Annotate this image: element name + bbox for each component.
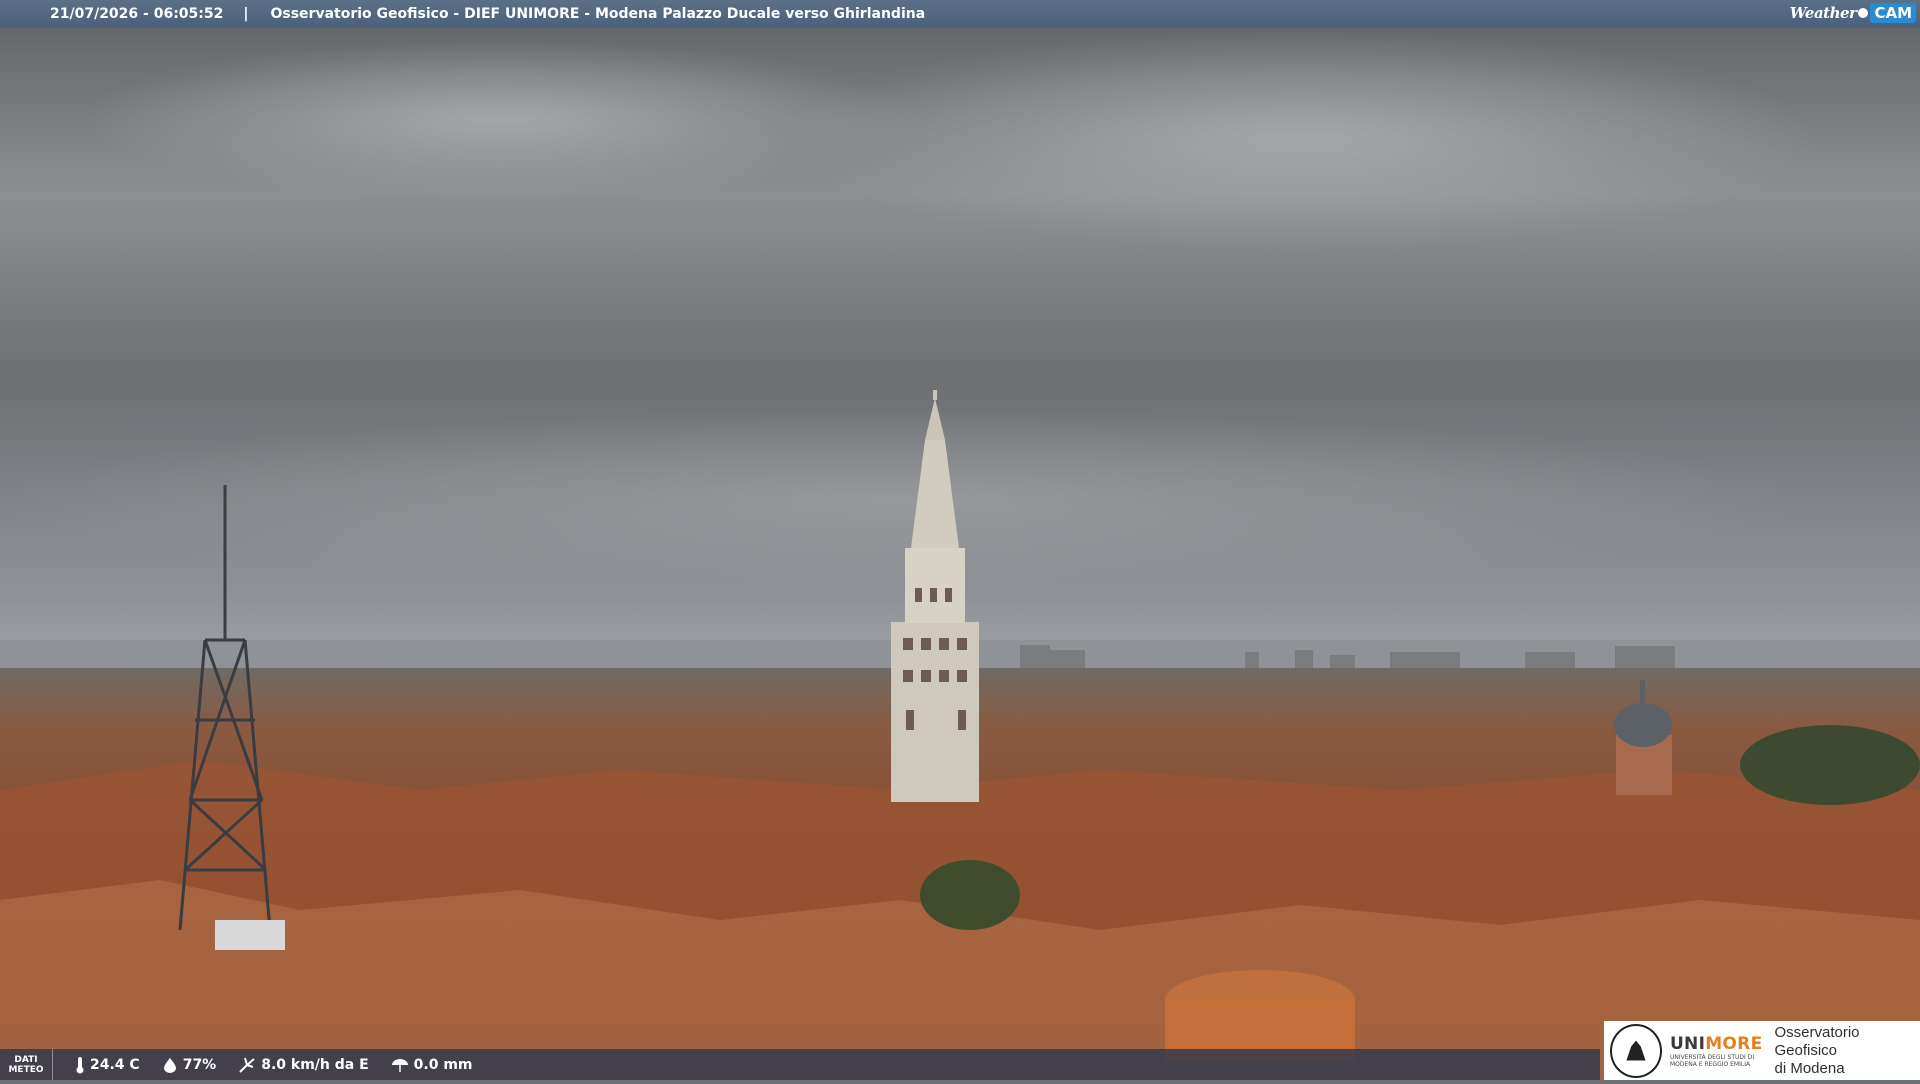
header-separator: | <box>243 6 248 22</box>
header-bar: 21/07/2026 - 06:05:52 | Osservatorio Geo… <box>0 0 1920 28</box>
humidity-drop-icon <box>162 1057 178 1073</box>
weathercam-dot-icon <box>1858 8 1868 18</box>
thermometer-icon <box>75 1056 85 1074</box>
weather-label-line1: DATI <box>14 1055 37 1065</box>
uni-subtitle-2: MODENA E REGGIO EMILIA <box>1670 1061 1763 1068</box>
observatory-line1: Osservatorio Geofisico <box>1775 1024 1920 1060</box>
uni-suffix: MORE <box>1705 1034 1762 1054</box>
university-seal-icon <box>1610 1024 1662 1078</box>
weather-data-bar: DATIMETEO 24.4 C 77% 8.0 km/h da E 0.0 m… <box>0 1049 1600 1080</box>
humidity-value: 77% <box>183 1057 217 1073</box>
weather-label-line2: METEO <box>8 1065 43 1075</box>
humidity-reading: 77% <box>162 1057 217 1073</box>
wind-value: 8.0 km/h da E <box>261 1057 368 1073</box>
weathercam-logo: Weather CAM <box>1790 3 1916 23</box>
uni-prefix: UNI <box>1670 1034 1705 1054</box>
timestamp: 21/07/2026 - 06:05:52 <box>50 6 223 22</box>
unimore-logo-box: UNIMORE UNIVERSITÀ DEGLI STUDI DI MODENA… <box>1604 1021 1920 1080</box>
temperature-value: 24.4 C <box>90 1057 140 1073</box>
city-panorama <box>0 0 1920 1080</box>
weathercam-logo-weather: Weather <box>1790 4 1857 22</box>
observatory-name: Osservatorio Geofisico di Modena <box>1775 1024 1920 1078</box>
weathercam-logo-cam: CAM <box>1870 3 1916 23</box>
uni-subtitle-1: UNIVERSITÀ DEGLI STUDI DI <box>1670 1054 1763 1061</box>
webcam-image <box>0 0 1920 1080</box>
weather-data-label: DATIMETEO <box>0 1049 53 1080</box>
rain-icon <box>391 1057 409 1073</box>
wind-icon <box>238 1056 256 1074</box>
unimore-wordmark: UNIMORE UNIVERSITÀ DEGLI STUDI DI MODENA… <box>1670 1034 1763 1068</box>
wind-reading: 8.0 km/h da E <box>238 1056 368 1074</box>
temperature-reading: 24.4 C <box>75 1056 140 1074</box>
rain-value: 0.0 mm <box>414 1057 473 1073</box>
camera-title: Osservatorio Geofisico - DIEF UNIMORE - … <box>270 6 925 22</box>
rain-reading: 0.0 mm <box>391 1057 473 1073</box>
observatory-line2: di Modena <box>1775 1060 1920 1078</box>
